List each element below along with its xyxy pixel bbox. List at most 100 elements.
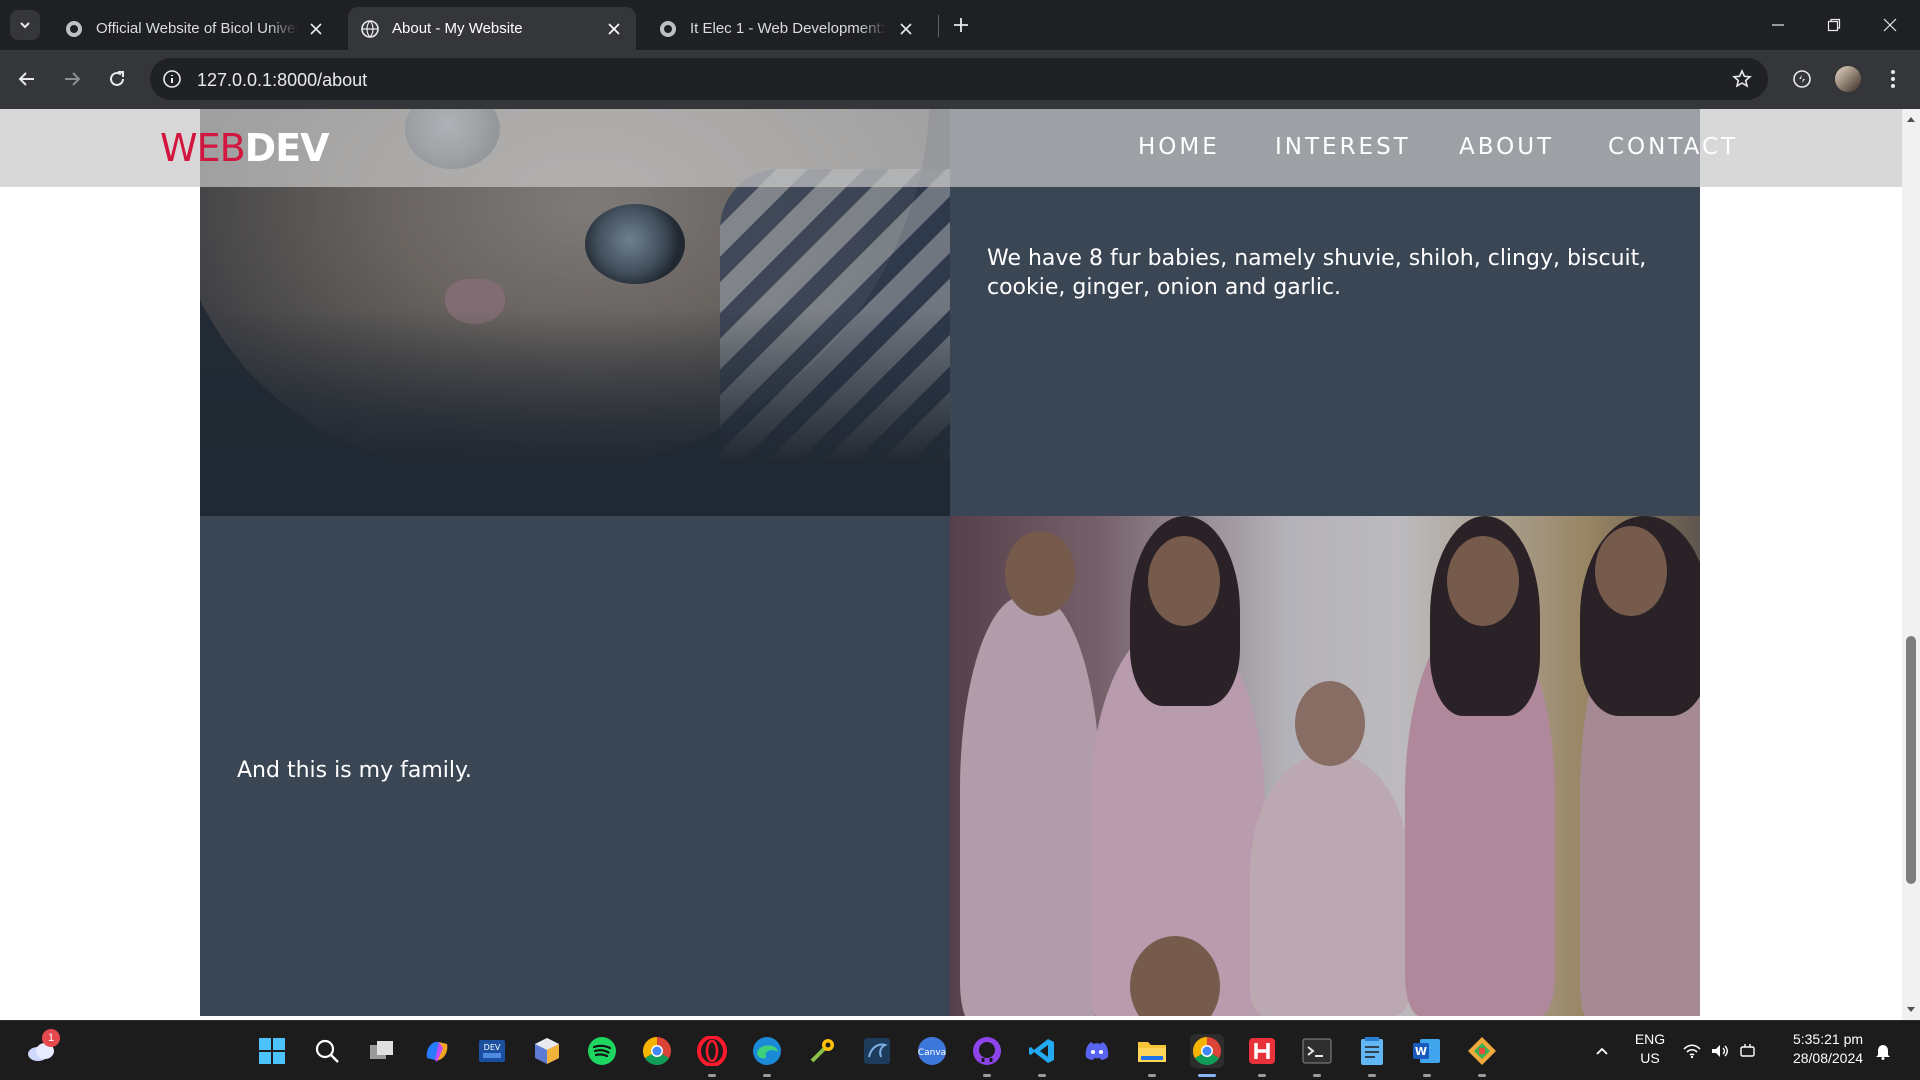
restore-button[interactable]	[1806, 0, 1861, 50]
tab-title: About - My Website	[392, 20, 523, 37]
dev-home-app[interactable]: DEV	[475, 1034, 509, 1068]
close-window-button[interactable]	[1862, 0, 1917, 50]
dev-home-icon: DEV	[479, 1040, 505, 1062]
site-info-icon[interactable]	[160, 67, 184, 91]
file-explorer-app[interactable]	[1135, 1034, 1169, 1077]
address-bar[interactable]: 127.0.0.1:8000/about	[150, 58, 1768, 100]
svg-text:DEV: DEV	[484, 1043, 501, 1052]
tool-app[interactable]	[805, 1034, 839, 1068]
back-button[interactable]	[10, 62, 44, 96]
quick-settings-button[interactable]	[1680, 1034, 1760, 1068]
chrome-app[interactable]	[640, 1034, 674, 1068]
arrow-right-icon	[65, 72, 81, 86]
opera-icon	[697, 1036, 727, 1066]
github-app[interactable]	[970, 1034, 1004, 1077]
volume-icon	[1712, 1045, 1728, 1057]
about-grid: We have 8 fur babies, namely shuvie, shi…	[200, 109, 1700, 1016]
extension-icon[interactable]	[1787, 64, 1817, 94]
windows-taskbar: 1 DEV Canva W ENG US 5:35:21 pm 28/08/20…	[0, 1020, 1920, 1080]
spotify-icon	[588, 1037, 616, 1065]
globe-icon	[360, 19, 380, 39]
notifications-button[interactable]	[1868, 1034, 1898, 1068]
vscode-icon	[1029, 1039, 1054, 1063]
chrome-app-active[interactable]	[1190, 1034, 1224, 1077]
running-indicator	[983, 1074, 991, 1077]
tab-about-my-website[interactable]: About - My Website	[348, 7, 636, 50]
copilot-app[interactable]	[420, 1034, 454, 1068]
notepad-app[interactable]	[1355, 1034, 1389, 1077]
cube-icon	[535, 1038, 559, 1064]
github-icon	[973, 1037, 1001, 1065]
search-button[interactable]	[310, 1034, 344, 1068]
minimize-icon	[1771, 24, 1784, 26]
discord-app[interactable]	[1080, 1034, 1114, 1068]
site-logo[interactable]: WEBDEV	[160, 126, 330, 170]
minimize-button[interactable]	[1750, 0, 1805, 50]
running-indicator	[763, 1074, 771, 1077]
tab-bicol-university[interactable]: Official Website of Bicol University	[52, 7, 338, 50]
terminal-app[interactable]	[1300, 1034, 1334, 1077]
nav-about[interactable]: ABOUT	[1459, 134, 1554, 160]
family-description: And this is my family.	[237, 758, 472, 783]
tab-it-elec-1[interactable]: It Elec 1 - Web Development: Laravel	[646, 7, 928, 50]
scroll-up-arrow[interactable]	[1907, 117, 1915, 122]
bookmark-star-icon[interactable]	[1730, 67, 1754, 91]
logo-web: WEB	[160, 126, 246, 170]
scrollbar-thumb[interactable]	[1906, 636, 1916, 884]
page-viewport: We have 8 fur babies, namely shuvie, shi…	[0, 109, 1902, 1020]
herd-app[interactable]	[1245, 1034, 1279, 1077]
running-indicator	[1478, 1074, 1486, 1077]
canva-app[interactable]: Canva	[915, 1034, 949, 1068]
edge-icon	[753, 1037, 781, 1065]
close-tab-icon[interactable]	[896, 19, 916, 39]
mysql-workbench-app[interactable]	[860, 1034, 894, 1068]
region-code: US	[1640, 1050, 1660, 1066]
scroll-down-arrow[interactable]	[1907, 1007, 1915, 1012]
canva-icon: Canva	[918, 1037, 946, 1065]
active-indicator	[1198, 1074, 1216, 1077]
running-indicator	[1258, 1074, 1266, 1077]
restore-icon	[1827, 18, 1840, 32]
menu-kebab-icon[interactable]	[1878, 64, 1908, 94]
sourcetree-app[interactable]	[1465, 1034, 1499, 1077]
search-icon	[315, 1039, 339, 1063]
word-app[interactable]: W	[1410, 1034, 1444, 1077]
browser-tab-bar: Official Website of Bicol University Abo…	[0, 0, 1920, 50]
nav-contact[interactable]: CONTACT	[1608, 134, 1738, 160]
running-indicator	[1038, 1074, 1046, 1077]
dolphin-icon	[864, 1038, 890, 1064]
clock[interactable]: 5:35:21 pm 28/08/2024	[1778, 1031, 1878, 1066]
nav-interest[interactable]: INTEREST	[1275, 134, 1411, 160]
running-indicator	[1423, 1074, 1431, 1077]
chrome-icon	[1193, 1037, 1221, 1065]
profile-avatar[interactable]	[1833, 64, 1863, 94]
svg-text:W: W	[1415, 1045, 1427, 1058]
show-hidden-icons-button[interactable]	[1585, 1034, 1619, 1068]
page-scrollbar[interactable]	[1902, 109, 1920, 1020]
terminal-icon	[1302, 1038, 1332, 1064]
discord-icon	[1085, 1042, 1109, 1060]
spotify-app[interactable]	[585, 1034, 619, 1068]
family-text-panel: And this is my family.	[200, 516, 950, 1016]
close-tab-icon[interactable]	[306, 19, 326, 39]
task-view-button[interactable]	[365, 1034, 399, 1068]
cube-app[interactable]	[530, 1034, 564, 1068]
edge-app[interactable]	[750, 1034, 784, 1077]
opera-app[interactable]	[695, 1034, 729, 1077]
vscode-app[interactable]	[1025, 1034, 1059, 1077]
forward-button[interactable]	[55, 62, 89, 96]
language-indicator[interactable]: ENG US	[1628, 1031, 1672, 1066]
reload-button[interactable]	[100, 62, 134, 96]
close-tab-icon[interactable]	[604, 19, 624, 39]
url-text[interactable]: 127.0.0.1:8000/about	[197, 70, 367, 91]
tab-search-button[interactable]	[10, 10, 40, 40]
svg-text:Canva: Canva	[918, 1048, 946, 1058]
start-button[interactable]	[255, 1034, 289, 1068]
h-letter-icon	[1249, 1038, 1275, 1064]
windows-logo-icon	[259, 1038, 285, 1064]
tab-title: Official Website of Bicol University	[96, 20, 298, 37]
photo-overlay	[950, 516, 1700, 1016]
nav-home[interactable]: HOME	[1138, 134, 1220, 160]
wifi-icon	[1683, 1044, 1701, 1059]
new-tab-button[interactable]	[948, 12, 974, 38]
